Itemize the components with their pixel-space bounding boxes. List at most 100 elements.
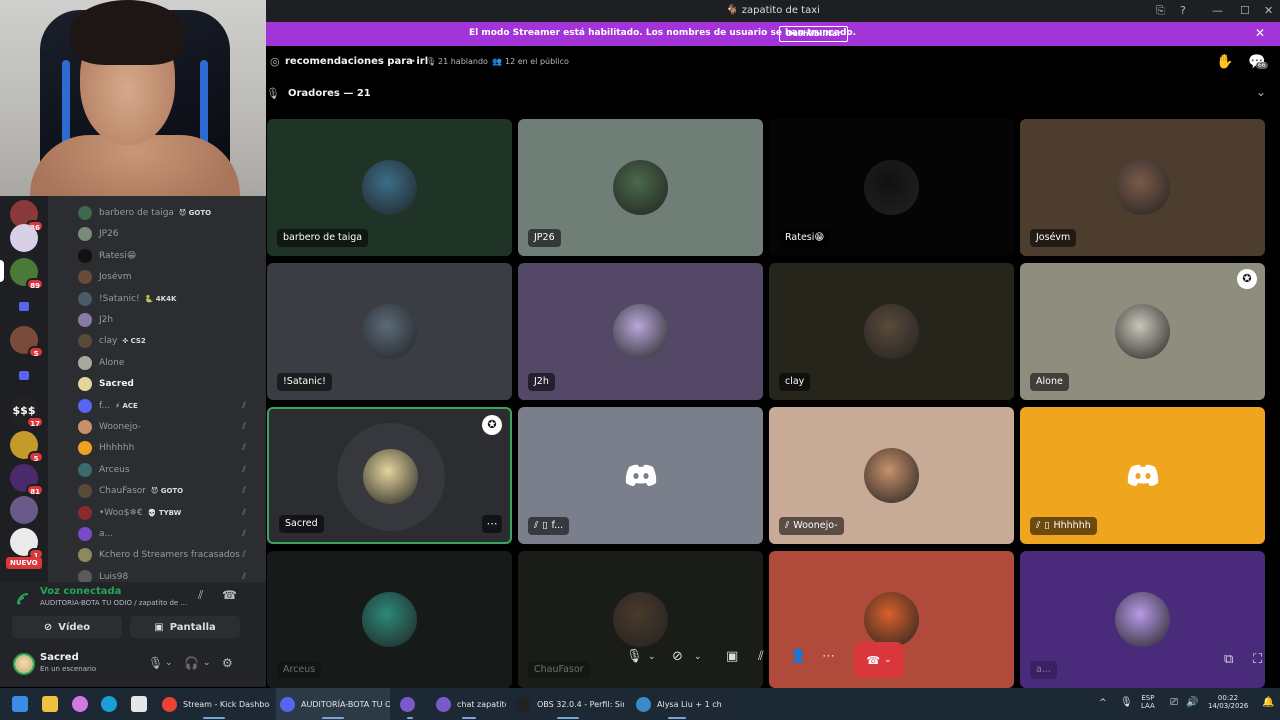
inbox-icon[interactable]: ⎘ xyxy=(1156,4,1165,18)
language-indicator[interactable]: ESP LAA xyxy=(1141,694,1155,710)
volume-icon[interactable]: 🔊 xyxy=(1186,697,1198,708)
avatar[interactable] xyxy=(13,653,35,675)
voice-member[interactable]: Woonejo- ⫽ xyxy=(78,417,258,437)
network-icon[interactable]: ⎚ xyxy=(1170,697,1178,708)
file-explorer-icon[interactable] xyxy=(42,696,58,712)
move-to-audience-icon[interactable]: ⫽ xyxy=(758,649,764,664)
voice-member[interactable]: Sacred xyxy=(78,374,258,394)
clock[interactable]: 00:22 14/03/2026 xyxy=(1208,694,1248,710)
server-icon[interactable] xyxy=(10,224,38,252)
disable-streamer-mode-button[interactable]: Deshabilitar xyxy=(779,26,849,42)
voice-member[interactable]: a... ⫽ xyxy=(78,524,258,544)
close-icon[interactable]: ✕ xyxy=(1255,26,1265,40)
voice-member[interactable]: Josévm xyxy=(78,267,258,287)
voice-status[interactable]: Voz conectada xyxy=(40,586,121,597)
voice-member[interactable]: clay ✜ CS2 xyxy=(78,331,258,351)
speaker-tile[interactable]: clay xyxy=(769,263,1014,400)
speaker-tile[interactable]: ⫽ Woonejo- xyxy=(769,407,1014,544)
close-icon[interactable]: ✕ xyxy=(1264,4,1273,17)
user-name[interactable]: Sacred xyxy=(40,652,79,663)
new-badge[interactable]: NUEVO xyxy=(6,557,42,569)
server-icon[interactable]: 5 xyxy=(10,326,44,358)
server-icon[interactable]: 89 xyxy=(10,258,44,290)
speaker-tile[interactable]: Ratesi😁 xyxy=(769,119,1014,256)
screen-share-icon[interactable]: ▣ xyxy=(726,649,738,664)
speaker-tile[interactable]: ⫽ ▯ Hhhhhh xyxy=(1020,407,1265,544)
voice-member[interactable]: •Woo$❄€ 💀 TYBW ⫽ xyxy=(78,503,258,523)
server-icon[interactable]: 5 xyxy=(10,431,44,463)
taskbar-app[interactable]: chat zapatito xyxy=(432,688,506,720)
member-name: Sacred xyxy=(99,379,134,390)
speaker-tile[interactable]: ✪ Alone xyxy=(1020,263,1265,400)
invite-icon[interactable]: 👤 xyxy=(790,649,806,664)
taskbar-app[interactable]: OBS 32.0.4 - Perfil: Sin Título xyxy=(512,688,624,720)
gear-icon[interactable]: ⚙ xyxy=(222,656,233,670)
video-off-icon[interactable]: ⊘ xyxy=(672,649,683,664)
raise-hand-icon[interactable]: ✋ xyxy=(1216,54,1233,70)
speakers-section-header[interactable]: 🎙 Oradores — 21 ⌄ xyxy=(266,80,1280,110)
voice-member[interactable]: JP26 xyxy=(78,224,258,244)
server-icon[interactable]: 81 xyxy=(10,464,44,496)
taskbar-app[interactable] xyxy=(396,688,424,720)
help-icon[interactable]: ? xyxy=(1180,4,1186,17)
chevron-down-icon[interactable]: ⌄ xyxy=(203,658,211,668)
speaker-nameplate: ⫽ Woonejo- xyxy=(779,517,844,535)
leave-stage-button[interactable]: ☎ ⌄ xyxy=(854,642,904,678)
voice-member[interactable]: ChauFasor 😈 GOTO ⫽ xyxy=(78,481,258,501)
speaker-tile[interactable]: ⫽ ▯ f... xyxy=(518,407,763,544)
taskbar-app[interactable]: Stream - Kick Dashboard xyxy=(158,688,270,720)
video-button[interactable]: ⊘ Vídeo xyxy=(12,616,122,638)
speaker-tile[interactable]: !Satanic! xyxy=(267,263,512,400)
notifications-icon[interactable]: 🔔 xyxy=(1262,697,1274,708)
speaker-tile[interactable]: Josévm xyxy=(1020,119,1265,256)
disconnect-icon[interactable]: ☎ xyxy=(222,588,237,602)
more-icon[interactable]: ⋯ xyxy=(822,649,835,664)
speaker-tile[interactable]: barbero de taiga xyxy=(267,119,512,256)
signal-icon[interactable] xyxy=(16,592,30,609)
folder-icon[interactable] xyxy=(19,371,29,380)
chevron-down-icon[interactable]: ⌄ xyxy=(1256,85,1266,99)
chevron-up-icon[interactable]: ^ xyxy=(1099,698,1107,708)
voice-member[interactable]: Ratesi😁 xyxy=(78,246,258,266)
speaker-tile[interactable]: Arceus xyxy=(267,551,512,688)
voice-member[interactable]: Alone xyxy=(78,353,258,373)
fullscreen-icon[interactable]: ⛶ xyxy=(1253,652,1262,667)
store-icon[interactable] xyxy=(131,696,147,712)
server-icon[interactable]: 1 xyxy=(10,528,44,560)
server-icon[interactable]: $$$ 17 xyxy=(10,396,44,428)
voice-channel-link[interactable]: AUDITORÍA-BOTA TU ODIO / zapatito de ... xyxy=(40,599,190,607)
voice-member[interactable]: Hhhhhh ⫽ xyxy=(78,438,258,458)
microphone-icon[interactable]: 🎙 xyxy=(148,656,163,670)
noise-suppression-icon[interactable]: ⫽ xyxy=(198,588,203,603)
voice-member[interactable]: Luis98 ⫽ xyxy=(78,567,258,582)
chevron-down-icon[interactable]: ⌄ xyxy=(165,658,173,668)
taskbar-app[interactable]: AUDITORÍA-BOTA TU ODIO xyxy=(276,688,390,720)
chevron-down-icon[interactable]: ⌄ xyxy=(694,652,702,662)
edge-icon[interactable] xyxy=(101,696,117,712)
minimize-icon[interactable]: — xyxy=(1212,4,1223,17)
headphones-icon[interactable]: 🎧 xyxy=(184,656,199,670)
copilot-icon[interactable] xyxy=(72,696,88,712)
folder-icon[interactable] xyxy=(19,302,29,311)
voice-member[interactable]: Kchero d Streamers fracasados ⫽ xyxy=(78,545,258,565)
speaker-tile[interactable]: JP26 xyxy=(518,119,763,256)
speaker-tile[interactable]: ✪ Sacred ⋯ xyxy=(267,407,512,544)
screen-share-button[interactable]: ▣ Pantalla xyxy=(130,616,240,638)
server-icon[interactable] xyxy=(10,496,38,524)
taskbar-app[interactable]: Alysa Liu + 1 chat xyxy=(632,688,722,720)
microphone-icon[interactable]: 🎙 xyxy=(626,649,643,664)
voice-member[interactable]: barbero de taiga 😈 GOTO xyxy=(78,203,258,223)
speaker-tile[interactable]: J2h xyxy=(518,263,763,400)
voice-member[interactable]: Arceus ⫽ xyxy=(78,460,258,480)
chevron-down-icon[interactable]: ⌄ xyxy=(648,652,656,662)
microphone-icon[interactable]: 🎙 xyxy=(1120,697,1133,708)
voice-member[interactable]: J2h xyxy=(78,310,258,330)
more-icon[interactable]: ⋯ xyxy=(482,515,502,533)
speaker-tile[interactable]: a... xyxy=(1020,551,1265,688)
avatar xyxy=(78,505,92,520)
voice-member[interactable]: !Satanic! 🐍 4K4K xyxy=(78,289,258,309)
voice-member[interactable]: f... ⚡ ACE ⫽ xyxy=(78,396,258,416)
start-icon[interactable] xyxy=(12,696,28,712)
maximize-icon[interactable]: ☐ xyxy=(1240,4,1250,17)
popout-icon[interactable]: ⧉ xyxy=(1224,652,1233,667)
